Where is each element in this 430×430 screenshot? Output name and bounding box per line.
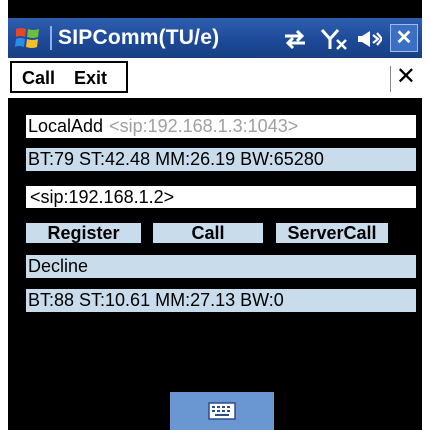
menu-close-button[interactable]: ✕ [396, 62, 416, 91]
keyboard-toggle-button[interactable] [170, 392, 274, 430]
local-address-label: LocalAdd [28, 116, 104, 136]
device-screen: SIPComm(TU/e) ✕ Call Exit ✕ LocalAdd <si… [8, 0, 422, 430]
register-button[interactable]: Register [26, 223, 141, 243]
stats-bottom: BT:88 ST:10.61 MM:27.13 BW:0 [26, 289, 416, 312]
server-call-button[interactable]: ServerCall [276, 223, 388, 243]
menu-group: Call Exit [10, 61, 128, 93]
title-close-button[interactable]: ✕ [390, 24, 418, 52]
volume-icon[interactable] [356, 28, 384, 50]
decline-button[interactable]: Decline [26, 255, 416, 278]
title-bar: SIPComm(TU/e) ✕ [8, 18, 422, 58]
data-connection-icon[interactable] [282, 28, 308, 50]
title-separator [50, 26, 52, 50]
keyboard-icon [208, 402, 236, 420]
signal-no-service-icon[interactable] [320, 28, 348, 50]
windows-logo-icon[interactable] [14, 24, 42, 52]
local-address-field: LocalAdd <sip:192.168.1.3:1043> [26, 115, 416, 138]
stats-top: BT:79 ST:42.48 MM:26.19 BW:65280 [26, 148, 416, 171]
app-title: SIPComm(TU/e) [58, 26, 220, 49]
menu-call[interactable]: Call [22, 68, 55, 89]
call-button[interactable]: Call [153, 223, 263, 243]
menu-exit[interactable]: Exit [74, 68, 107, 89]
menu-separator [390, 66, 391, 92]
menu-bar: Call Exit ✕ [8, 58, 422, 98]
local-address-value: <sip:192.168.1.3:1043> [109, 116, 299, 136]
remote-address-input[interactable]: <sip:192.168.1.2> [26, 186, 416, 208]
